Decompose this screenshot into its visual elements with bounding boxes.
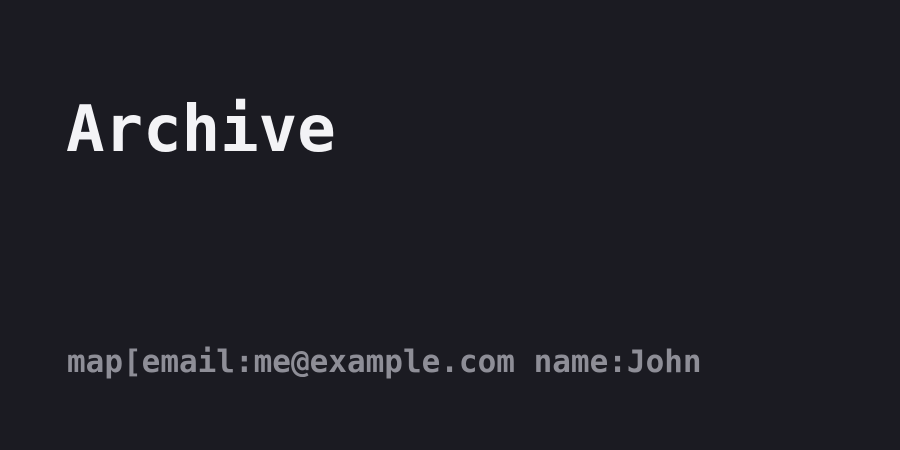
page-title: Archive: [66, 93, 336, 167]
author-info: map[email:me@example.com name:John: [67, 344, 702, 380]
